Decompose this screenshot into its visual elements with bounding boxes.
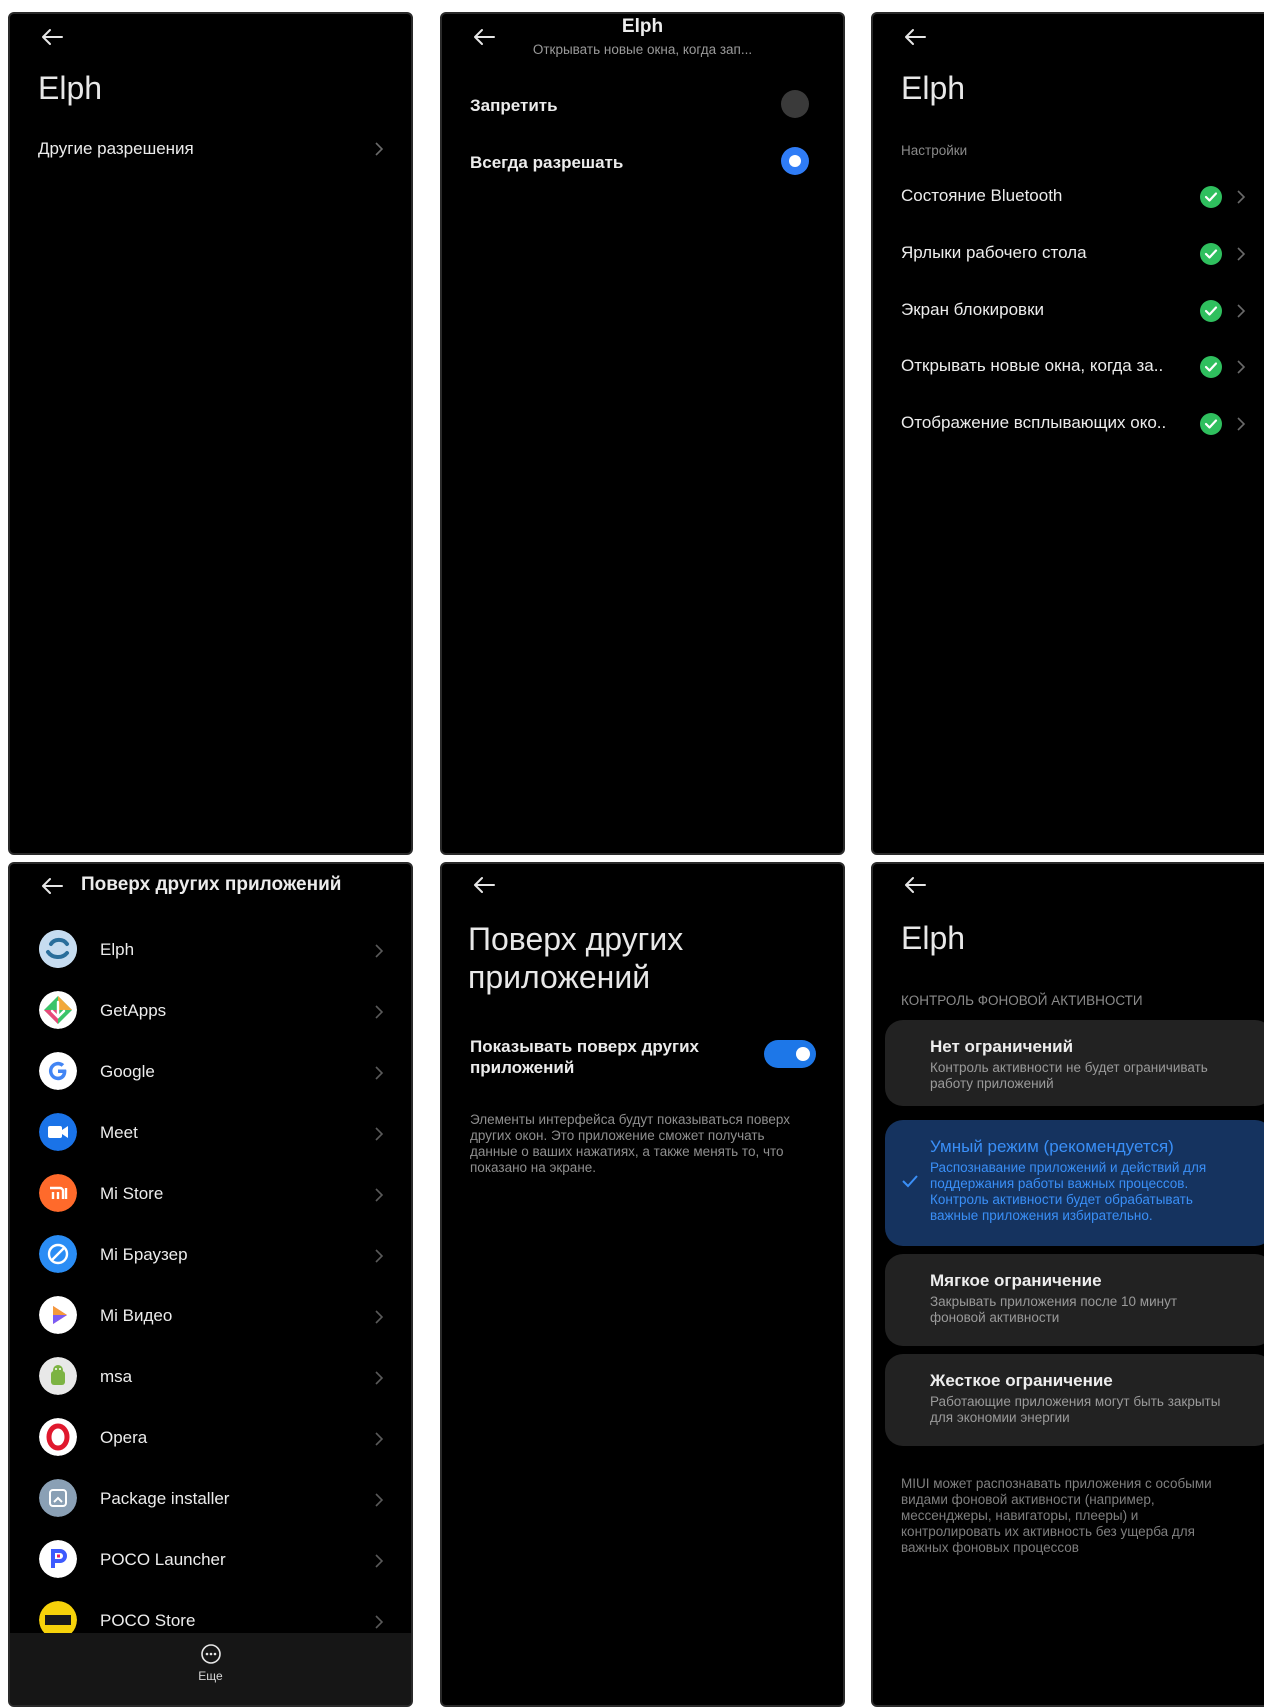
app-label[interactable]: Elph [100, 940, 134, 960]
back-arrow-icon[interactable] [471, 872, 497, 898]
header-title: Поверх других приложений [81, 874, 342, 895]
app-label[interactable]: Mi Видео [100, 1306, 172, 1326]
app-label[interactable]: Google [100, 1062, 155, 1082]
back-arrow-icon[interactable] [39, 873, 65, 899]
chevron-right-icon [374, 1004, 384, 1020]
poco-launcher-app-icon [39, 1540, 77, 1578]
option-card-hard-limit[interactable]: Жесткое ограничение Работающие приложени… [885, 1354, 1264, 1446]
page-title: Поверх других приложений [468, 921, 684, 995]
option-allow-radio[interactable] [781, 147, 809, 175]
chevron-right-icon [374, 943, 384, 959]
option-title: Нет ограничений [930, 1037, 1074, 1056]
page-title: Elph [38, 70, 103, 106]
option-description: Работающие приложения могут быть закрыты… [930, 1394, 1221, 1425]
app-label[interactable]: POCO Store [100, 1611, 195, 1631]
check-icon [1200, 243, 1222, 265]
option-deny-radio[interactable] [781, 90, 809, 118]
msa-app-icon [39, 1357, 77, 1395]
check-icon [1200, 413, 1222, 435]
option-title: Умный режим (рекомендуется) [930, 1137, 1174, 1156]
panel-settings-list: Elph Настройки Состояние Bluetooth Ярлык… [871, 12, 1264, 855]
app-label[interactable]: Mi Store [100, 1184, 163, 1204]
elph-app-icon [39, 930, 77, 968]
chevron-right-icon [1236, 416, 1246, 432]
option-title: Жесткое ограничение [930, 1371, 1113, 1390]
option-description: Распознавание приложений и действий для … [930, 1160, 1207, 1223]
section-header: КОНТРОЛЬ ФОНОВОЙ АКТИВНОСТИ [901, 993, 1143, 1008]
mi-video-app-icon [39, 1296, 77, 1334]
bottom-bar: Еще [10, 1633, 411, 1705]
check-icon [1200, 356, 1222, 378]
chevron-right-icon [1236, 189, 1246, 205]
chevron-right-icon [374, 1126, 384, 1142]
getapps-app-icon [39, 991, 77, 1029]
chevron-right-icon [374, 1187, 384, 1203]
back-arrow-icon[interactable] [902, 872, 928, 898]
back-arrow-icon[interactable] [902, 24, 928, 50]
list-item[interactable]: Ярлыки рабочего стола [901, 243, 1087, 263]
panel-app-permissions: Elph Другие разрешения [8, 12, 413, 855]
list-item[interactable]: Открывать новые окна, когда за.. [901, 356, 1163, 376]
more-icon[interactable] [200, 1643, 222, 1665]
app-label[interactable]: msa [100, 1367, 132, 1387]
check-icon [1200, 300, 1222, 322]
app-label[interactable]: Mi Браузер [100, 1245, 188, 1265]
checkmark-icon [902, 1174, 918, 1188]
description-text: Элементы интерфейса будут показываться п… [470, 1112, 791, 1175]
package-installer-app-icon [39, 1479, 77, 1517]
header-subtitle: Открывать новые окна, когда зап... [532, 42, 753, 57]
option-deny-label[interactable]: Запретить [470, 96, 558, 116]
opera-app-icon [39, 1418, 77, 1456]
chevron-right-icon [1236, 359, 1246, 375]
option-card-no-limits[interactable]: Нет ограничений Контроль активности не б… [885, 1020, 1264, 1106]
chevron-right-icon [374, 1248, 384, 1264]
chevron-right-icon [374, 1431, 384, 1447]
option-title: Мягкое ограничение [930, 1271, 1102, 1290]
back-arrow-icon[interactable] [39, 24, 65, 50]
list-item[interactable]: Состояние Bluetooth [901, 186, 1062, 206]
page-title: Elph [901, 920, 966, 956]
page-title: Elph [901, 70, 966, 106]
option-description: Закрывать приложения после 10 минут фоно… [930, 1294, 1178, 1325]
other-permissions-item[interactable]: Другие разрешения [38, 139, 194, 159]
toggle-label: Показывать поверх других приложений [470, 1037, 699, 1077]
chevron-right-icon [374, 141, 384, 157]
app-label[interactable]: GetApps [100, 1001, 166, 1021]
option-description: Контроль активности не будет ограничиват… [930, 1060, 1208, 1091]
footer-note: MIUI может распознавать приложения с осо… [901, 1476, 1212, 1555]
mi-store-app-icon [39, 1174, 77, 1212]
mi-browser-app-icon [39, 1235, 77, 1273]
chevron-right-icon [1236, 246, 1246, 262]
check-icon [1200, 186, 1222, 208]
panel-overlay-detail: Поверх других приложений Показывать пове… [440, 862, 845, 1707]
list-item[interactable]: Экран блокировки [901, 300, 1044, 320]
app-label[interactable]: POCO Launcher [100, 1550, 226, 1570]
chevron-right-icon [374, 1614, 384, 1630]
google-app-icon [39, 1052, 77, 1090]
header-title: Elph [621, 16, 664, 37]
option-card-soft-limit[interactable]: Мягкое ограничение Закрывать приложения … [885, 1254, 1264, 1346]
panel-background-activity: Elph КОНТРОЛЬ ФОНОВОЙ АКТИВНОСТИ Нет огр… [871, 862, 1264, 1707]
panel-open-windows-permission: Elph Открывать новые окна, когда зап... … [440, 12, 845, 855]
option-allow-label[interactable]: Всегда разрешать [470, 153, 623, 173]
chevron-right-icon [374, 1553, 384, 1569]
chevron-right-icon [374, 1309, 384, 1325]
section-header: Настройки [901, 143, 968, 158]
overlay-toggle[interactable] [764, 1040, 816, 1068]
app-label[interactable]: Meet [100, 1123, 138, 1143]
app-label[interactable]: Package installer [100, 1489, 229, 1509]
option-card-smart-mode[interactable]: Умный режим (рекомендуется) Распознавани… [885, 1120, 1264, 1246]
more-label[interactable]: Еще [10, 1669, 411, 1683]
list-item[interactable]: Отображение всплывающих око.. [901, 413, 1166, 433]
chevron-right-icon [1236, 303, 1246, 319]
chevron-right-icon [374, 1492, 384, 1508]
panel-overlay-apps-list: Поверх других приложений Elph GetApps Go… [8, 862, 413, 1707]
app-label[interactable]: Opera [100, 1428, 147, 1448]
chevron-right-icon [374, 1370, 384, 1386]
meet-app-icon [39, 1113, 77, 1151]
chevron-right-icon [374, 1065, 384, 1081]
